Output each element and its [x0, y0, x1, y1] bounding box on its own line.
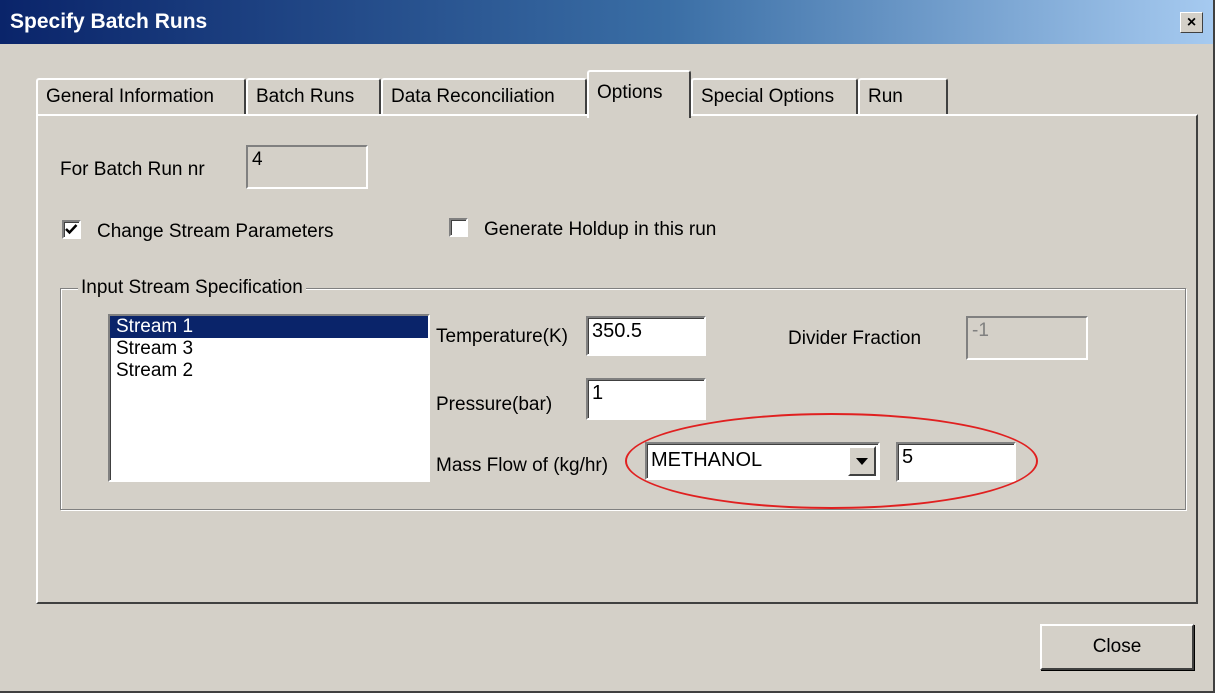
- tab-run[interactable]: Run: [858, 78, 948, 114]
- tab-label: General Information: [46, 86, 214, 107]
- window-title: Specify Batch Runs: [10, 10, 208, 33]
- tab-label: Batch Runs: [256, 86, 355, 107]
- tab-special-options[interactable]: Special Options: [691, 78, 858, 114]
- tab-general-information[interactable]: General Information: [36, 78, 246, 114]
- specify-batch-runs-dialog: Specify Batch Runs × General Information…: [0, 0, 1215, 693]
- options-tab-panel: [36, 114, 1198, 604]
- tab-label: Run: [868, 86, 903, 107]
- tab-options[interactable]: Options: [587, 70, 691, 118]
- window-close-button[interactable]: ×: [1180, 12, 1203, 33]
- tab-batch-runs[interactable]: Batch Runs: [246, 78, 381, 114]
- tab-label: Special Options: [701, 86, 835, 107]
- close-icon: ×: [1186, 14, 1197, 31]
- tab-label: Data Reconciliation: [391, 86, 555, 107]
- close-button-label: Close: [1092, 636, 1142, 657]
- tab-label: Options: [597, 82, 663, 103]
- close-button[interactable]: Close: [1040, 624, 1194, 670]
- title-bar[interactable]: Specify Batch Runs ×: [0, 0, 1213, 44]
- tab-data-reconciliation[interactable]: Data Reconciliation: [381, 78, 587, 114]
